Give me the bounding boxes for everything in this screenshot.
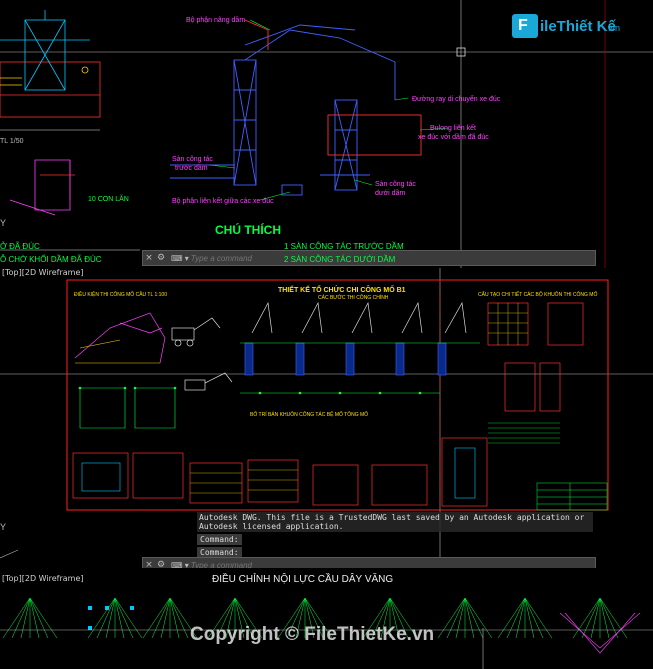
label-duong-ray: Đường ray di chuyển xe đúc (412, 95, 501, 103)
mid-title: BỐ TRÍ BÁN KHUÔN CÔNG TÁC BỆ MỐ TÔNG MỐ (250, 410, 368, 418)
legend-title: CHÚ THÍCH (215, 222, 281, 237)
drawing-viewport-bottom[interactable]: [Top][2D Wireframe] ĐIỀU CHỈNH NỘI LỰC C… (0, 568, 653, 669)
y-axis-label: Y (0, 218, 6, 228)
label-con-lan: 10 CON LĂN (88, 194, 129, 203)
label-lien-ket: Bộ phận liên kết giữa các xe đúc (172, 196, 274, 205)
cad-drawing-formtraveler: Bộ phận nâng dầm Đường ray di chuyển xe … (0, 0, 653, 268)
left-title: ĐIỀU KIỆN THI CÔNG MỐ CẦU TL 1:100 (74, 290, 167, 298)
label-bulong: Bulong liên kết (430, 123, 476, 132)
wrench-icon[interactable]: ⚙ (155, 252, 167, 264)
drawing-viewport-top[interactable]: Bộ phận nâng dầm Đường ray di chuyển xe … (0, 0, 653, 268)
sheet-title-3: ĐIỀU CHỈNH NỘI LỰC CẦU DÂY VĂNG (212, 572, 393, 585)
label-san-duoi-2: dưới dầm (375, 188, 405, 197)
copyright-watermark: Copyright © FileThietKe.vn (190, 624, 435, 645)
cad-drawing-cable-stayed: ĐIỀU CHỈNH NỘI LỰC CẦU DÂY VĂNG (0, 572, 653, 669)
legend-item-2: 2 SÀN CÔNG TÁC DƯỚI DẦM (284, 255, 396, 264)
label-san-duoi: Sàn công tác (375, 181, 416, 188)
right-title: CẤU TẠO CHI TIẾT CÁC BỘ KHUÔN THI CÔNG M… (478, 291, 597, 298)
command-history: Autodesk DWG. This file is a TrustedDWG … (197, 512, 593, 558)
prompt-chevron-icon: ⌨ ▾ (171, 253, 189, 263)
label-san-truoc: Sàn công tác (172, 156, 213, 163)
filethietke-logo: F ileThiết Kế .vn (512, 14, 624, 40)
sheet-title: THIẾT KẾ TỔ CHỨC CHI CÔNG MỐ B1 (278, 284, 406, 294)
label-bulong-2: xe đúc với dầm đã đúc (418, 132, 489, 141)
label-tl: TL 1/50 (0, 138, 24, 145)
label-san-truoc-2: trước dầm (175, 163, 208, 172)
close-icon[interactable]: × (143, 252, 155, 264)
y-axis-label-2: Y (0, 522, 6, 532)
history-line-1: Command: (197, 534, 242, 545)
label-nang-dam: Bộ phận nâng dầm (186, 15, 245, 24)
label-cho-khoi: Ỗ CHỜ KHỐI DẦM ĐÃ ĐÚC (0, 254, 102, 264)
label-da-duc: Ở ĐÃ ĐÚC (0, 242, 40, 251)
sheet-subtitle: CÁC BƯỚC THI CÔNG CHÍNH (318, 294, 389, 301)
history-message: Autodesk DWG. This file is a TrustedDWG … (197, 512, 593, 532)
